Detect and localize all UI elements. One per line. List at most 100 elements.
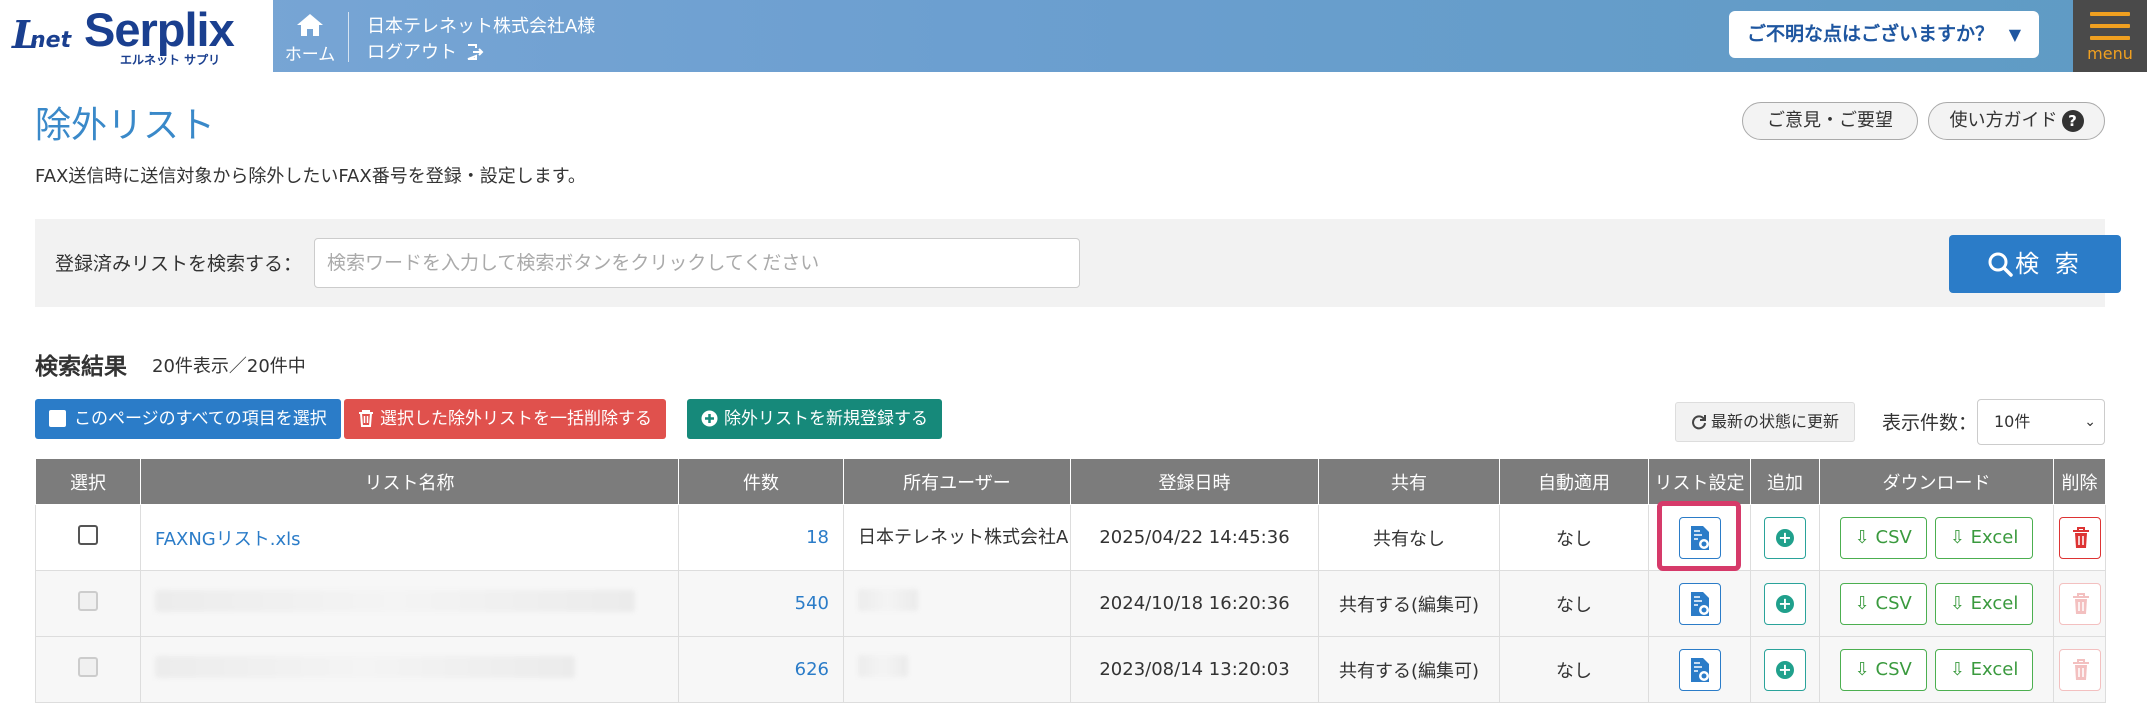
refresh-icon [1692,415,1706,430]
new-list-label: 除外リストを新規登録する [724,409,928,429]
feedback-label: ご意見・ご要望 [1767,110,1893,131]
document-settings-icon [1690,657,1709,682]
col-header-name: リスト名称 [140,458,679,505]
logo-net-text: net [30,28,72,53]
col-header-date: 登録日時 [1070,458,1319,505]
home-link[interactable]: ホーム [276,10,344,65]
auto-apply-cell: なし [1499,636,1649,703]
select-all-button[interactable]: このページのすべての項目を選択 [35,399,341,439]
delete-cell [2053,636,2106,703]
add-button[interactable]: + [1764,648,1806,691]
col-header-delete: 削除 [2053,458,2106,505]
refresh-button[interactable]: 最新の状態に更新 [1675,402,1855,442]
add-cell: + [1750,504,1820,571]
date-cell: 2025/04/22 14:45:36 [1070,504,1319,571]
guide-button[interactable]: 使い方ガイド? [1928,102,2105,140]
delete-button[interactable] [2058,516,2101,559]
count-cell: 626 [678,636,844,703]
redacted-owner [858,588,918,611]
download-cell: ⇩ CSV ⇩ Excel [1819,636,2054,703]
trash-icon [2072,592,2089,614]
logout-link[interactable]: ログアウト [367,38,484,64]
delete-cell [2053,504,2106,571]
plus-circle-icon: + [1776,528,1794,547]
per-page-select[interactable]: 10件 ⌄ [1977,399,2105,445]
select-all-label: このページのすべての項目を選択 [74,409,327,429]
auto-apply-cell: なし [1499,570,1649,637]
table-row: FAXNGリスト.xls 18 日本テレネット株式会社A 2025/04/22 … [35,504,2106,571]
caret-down-icon: ▼ [2008,25,2021,44]
logout-icon [467,44,484,60]
row-select-cell [35,570,141,637]
list-settings-cell [1648,636,1751,703]
logo-serplix-text: Serplix [84,3,235,56]
add-button[interactable]: + [1764,582,1806,625]
download-csv-button[interactable]: ⇩ CSV [1839,516,1927,559]
download-cell: ⇩ CSV ⇩ Excel [1819,504,2054,571]
download-csv-button[interactable]: ⇩ CSV [1839,582,1927,625]
add-cell: + [1750,570,1820,637]
serplix-logo[interactable]: L net Serplix エルネット サプリ [0,0,273,72]
feedback-button[interactable]: ご意見・ご要望 [1742,102,1918,140]
row-select-cell [35,504,141,571]
share-cell: 共有する(編集可) [1318,636,1500,703]
help-dropdown-button[interactable]: ご不明な点はございますか？ ▼ [1729,11,2039,58]
refresh-label: 最新の状態に更新 [1710,412,1839,431]
logout-label: ログアウト [367,42,457,63]
menu-button[interactable]: menu [2073,0,2147,72]
download-icon: ⇩ [1949,526,1965,548]
results-count: 20件表示／20件中 [152,356,306,377]
share-cell: 共有する(編集可) [1318,570,1500,637]
list-settings-button[interactable] [1678,648,1721,691]
count-cell: 540 [678,570,844,637]
plus-circle-icon: + [1776,660,1794,679]
search-panel: 登録済みリストを検索する： 検 索 [35,219,2121,307]
col-header-count: 件数 [678,458,844,505]
list-name-cell-redacted [140,570,679,637]
home-label: ホーム [284,45,336,65]
excel-label: Excel [1970,658,2019,680]
count-link[interactable]: 626 [795,659,829,680]
download-excel-button[interactable]: ⇩ Excel [1934,582,2034,625]
col-header-select: 選択 [35,458,141,505]
col-header-list-settings: リスト設定 [1648,458,1751,505]
owner-cell-redacted [843,570,1071,637]
list-name-link[interactable]: FAXNGリスト.xls [155,529,301,550]
document-settings-icon [1690,591,1709,616]
bulk-delete-button[interactable]: 選択した除外リストを一括削除する [344,399,666,439]
count-link[interactable]: 540 [795,593,829,614]
trash-icon [2072,526,2089,548]
list-name-cell-redacted [140,636,679,703]
owner-cell-redacted [843,636,1071,703]
csv-label: CSV [1875,526,1912,548]
share-cell: 共有なし [1318,504,1500,571]
search-label: 登録済みリストを検索する： [55,253,303,275]
redacted-name [155,656,575,678]
row-checkbox[interactable] [78,525,98,545]
download-icon: ⇩ [1949,592,1965,614]
download-excel-button[interactable]: ⇩ Excel [1934,648,2034,691]
download-csv-button[interactable]: ⇩ CSV [1839,648,1927,691]
count-link[interactable]: 18 [806,527,829,548]
search-input[interactable] [314,238,1080,288]
search-button[interactable]: 検 索 [1949,235,2121,293]
results-title: 検索結果 [35,354,127,380]
trash-icon [359,410,373,427]
download-icon: ⇩ [1854,592,1870,614]
owner-cell: 日本テレネット株式会社A [843,504,1071,571]
count-cell: 18 [678,504,844,571]
col-header-owner: 所有ユーザー [843,458,1071,505]
col-header-share: 共有 [1318,458,1500,505]
list-settings-button[interactable] [1678,582,1721,625]
excel-label: Excel [1970,592,2019,614]
auto-apply-cell: なし [1499,504,1649,571]
download-excel-button[interactable]: ⇩ Excel [1934,516,2034,559]
add-button[interactable]: + [1764,516,1806,559]
new-list-button[interactable]: 除外リストを新規登録する [687,399,942,439]
plus-circle-icon [701,410,718,427]
per-page-value: 10件 [1994,412,2031,431]
help-label: ご不明な点はございますか？ [1747,23,1995,45]
hamburger-icon [2090,12,2130,48]
search-button-label: 検 索 [2015,250,2083,278]
delete-button-disabled [2058,582,2101,625]
